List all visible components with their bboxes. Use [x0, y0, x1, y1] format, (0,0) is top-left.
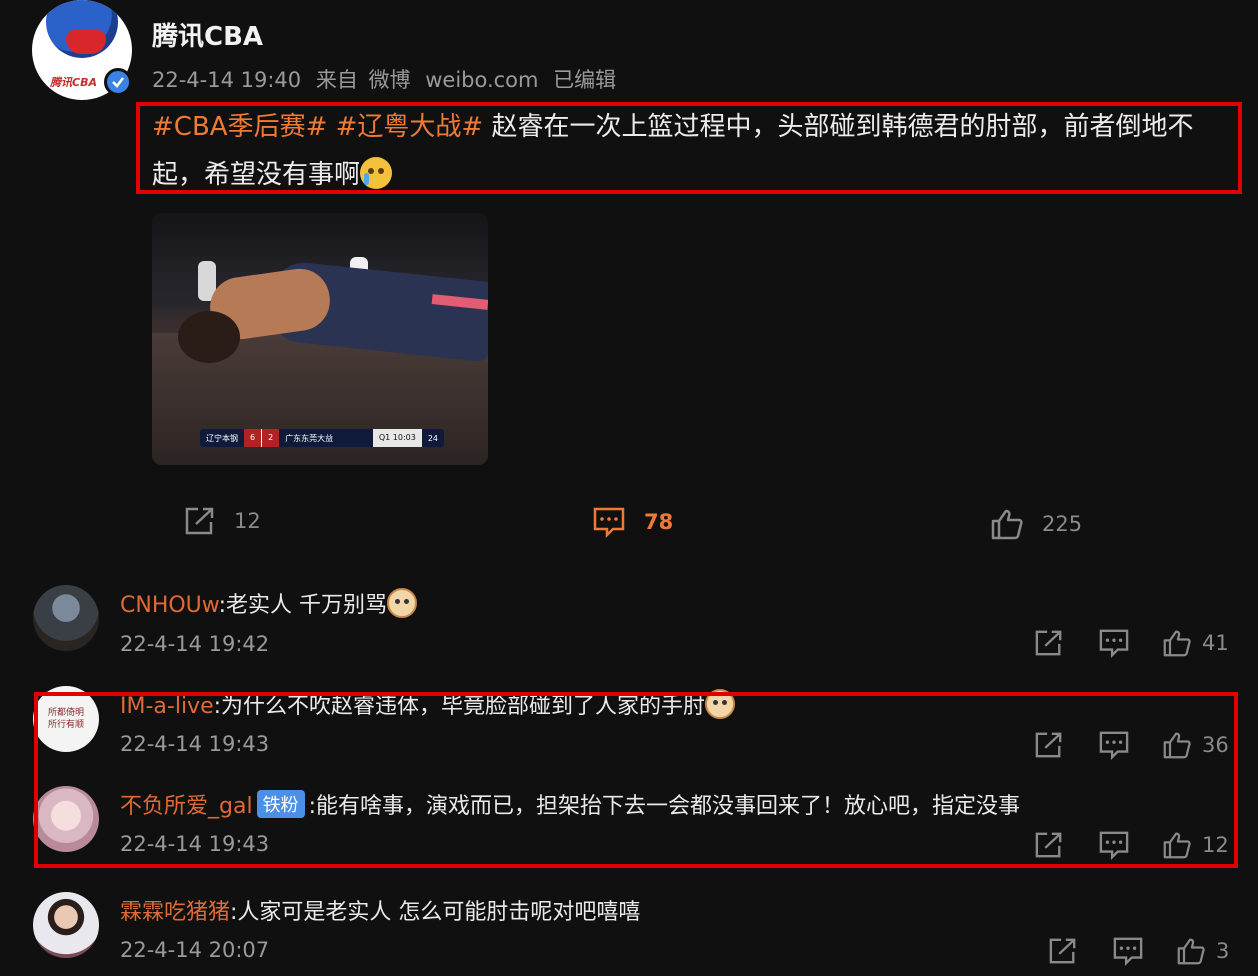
share-icon: [185, 507, 214, 535]
highlight-box-post-text: [136, 102, 1242, 194]
verified-icon: [104, 68, 132, 96]
comment-reply-button[interactable]: [1098, 628, 1130, 658]
post-date: 22-4-14 19:40: [152, 68, 302, 92]
comment-icon: [1099, 629, 1129, 658]
score-bug: 辽宁本钢 6 2 广东东莞大益 Q1 10:03 24: [200, 429, 444, 447]
score-home: 6: [244, 429, 262, 447]
like-count: 225: [1042, 512, 1083, 536]
comment-reply-button[interactable]: [1112, 936, 1144, 966]
source-prefix: 来自: [315, 68, 358, 92]
like-button[interactable]: 225: [990, 508, 1082, 540]
comment-actions: 41: [1034, 628, 1229, 658]
comment-icon: [1113, 937, 1143, 966]
comment-text: :老实人 千万别骂: [218, 593, 387, 618]
cat-emoji-icon: [386, 588, 417, 618]
comment-time: 22-4-14 19:42: [120, 632, 270, 656]
comment-like-count: 3: [1216, 939, 1230, 963]
thumbs-up-icon: [1177, 938, 1205, 965]
comment-actions: 3: [1048, 936, 1229, 966]
comment-share-button[interactable]: [1034, 629, 1064, 657]
edited-label: 已编辑: [553, 68, 617, 92]
source-site: weibo.com: [425, 68, 539, 92]
comment-avatar[interactable]: [33, 585, 99, 651]
comment-author[interactable]: CNHOUw: [120, 593, 219, 618]
score-away: 2: [261, 429, 280, 447]
comment-avatar[interactable]: [33, 892, 99, 958]
post-meta: 22-4-14 19:40 来自 微博 weibo.com 已编辑: [152, 64, 624, 94]
comment-icon: [593, 507, 625, 538]
comment-like-count: 41: [1202, 631, 1229, 655]
source-app: 微博: [368, 68, 411, 92]
highlight-box-comments: [34, 692, 1238, 868]
share-count: 12: [234, 509, 261, 533]
post-author-name[interactable]: 腾讯CBA: [152, 16, 263, 53]
thumbs-up-icon: [1163, 630, 1191, 657]
share-icon: [1035, 630, 1062, 656]
avatar-logo-text: 腾讯CBA: [50, 76, 97, 89]
post-image[interactable]: 辽宁本钢 6 2 广东东莞大益 Q1 10:03 24: [152, 213, 488, 465]
comment-count: 78: [644, 510, 674, 534]
share-icon: [1049, 938, 1076, 964]
team-home: 辽宁本钢: [206, 433, 238, 443]
comment-line: 霖霖吃猪猪:人家可是老实人 怎么可能肘击呢对吧嘻嘻: [120, 894, 640, 926]
comment-share-button[interactable]: [1048, 937, 1078, 965]
comment-like-button[interactable]: 3: [1176, 937, 1229, 965]
comment-text: :人家可是老实人 怎么可能肘击呢对吧嘻嘻: [230, 900, 641, 925]
comment-time: 22-4-14 20:07: [120, 938, 270, 962]
shot-clock: 24: [427, 433, 438, 443]
comment-button[interactable]: 78: [592, 506, 673, 538]
team-away: 广东东莞大益: [285, 433, 334, 443]
share-button[interactable]: 12: [184, 506, 261, 536]
game-clock: Q1 10:03: [372, 429, 422, 447]
comment-like-button[interactable]: 41: [1162, 629, 1229, 657]
comment-author[interactable]: 霖霖吃猪猪: [120, 900, 230, 925]
thumbs-up-icon: [991, 509, 1023, 540]
comment-line: CNHOUw:老实人 千万别骂: [120, 587, 417, 619]
